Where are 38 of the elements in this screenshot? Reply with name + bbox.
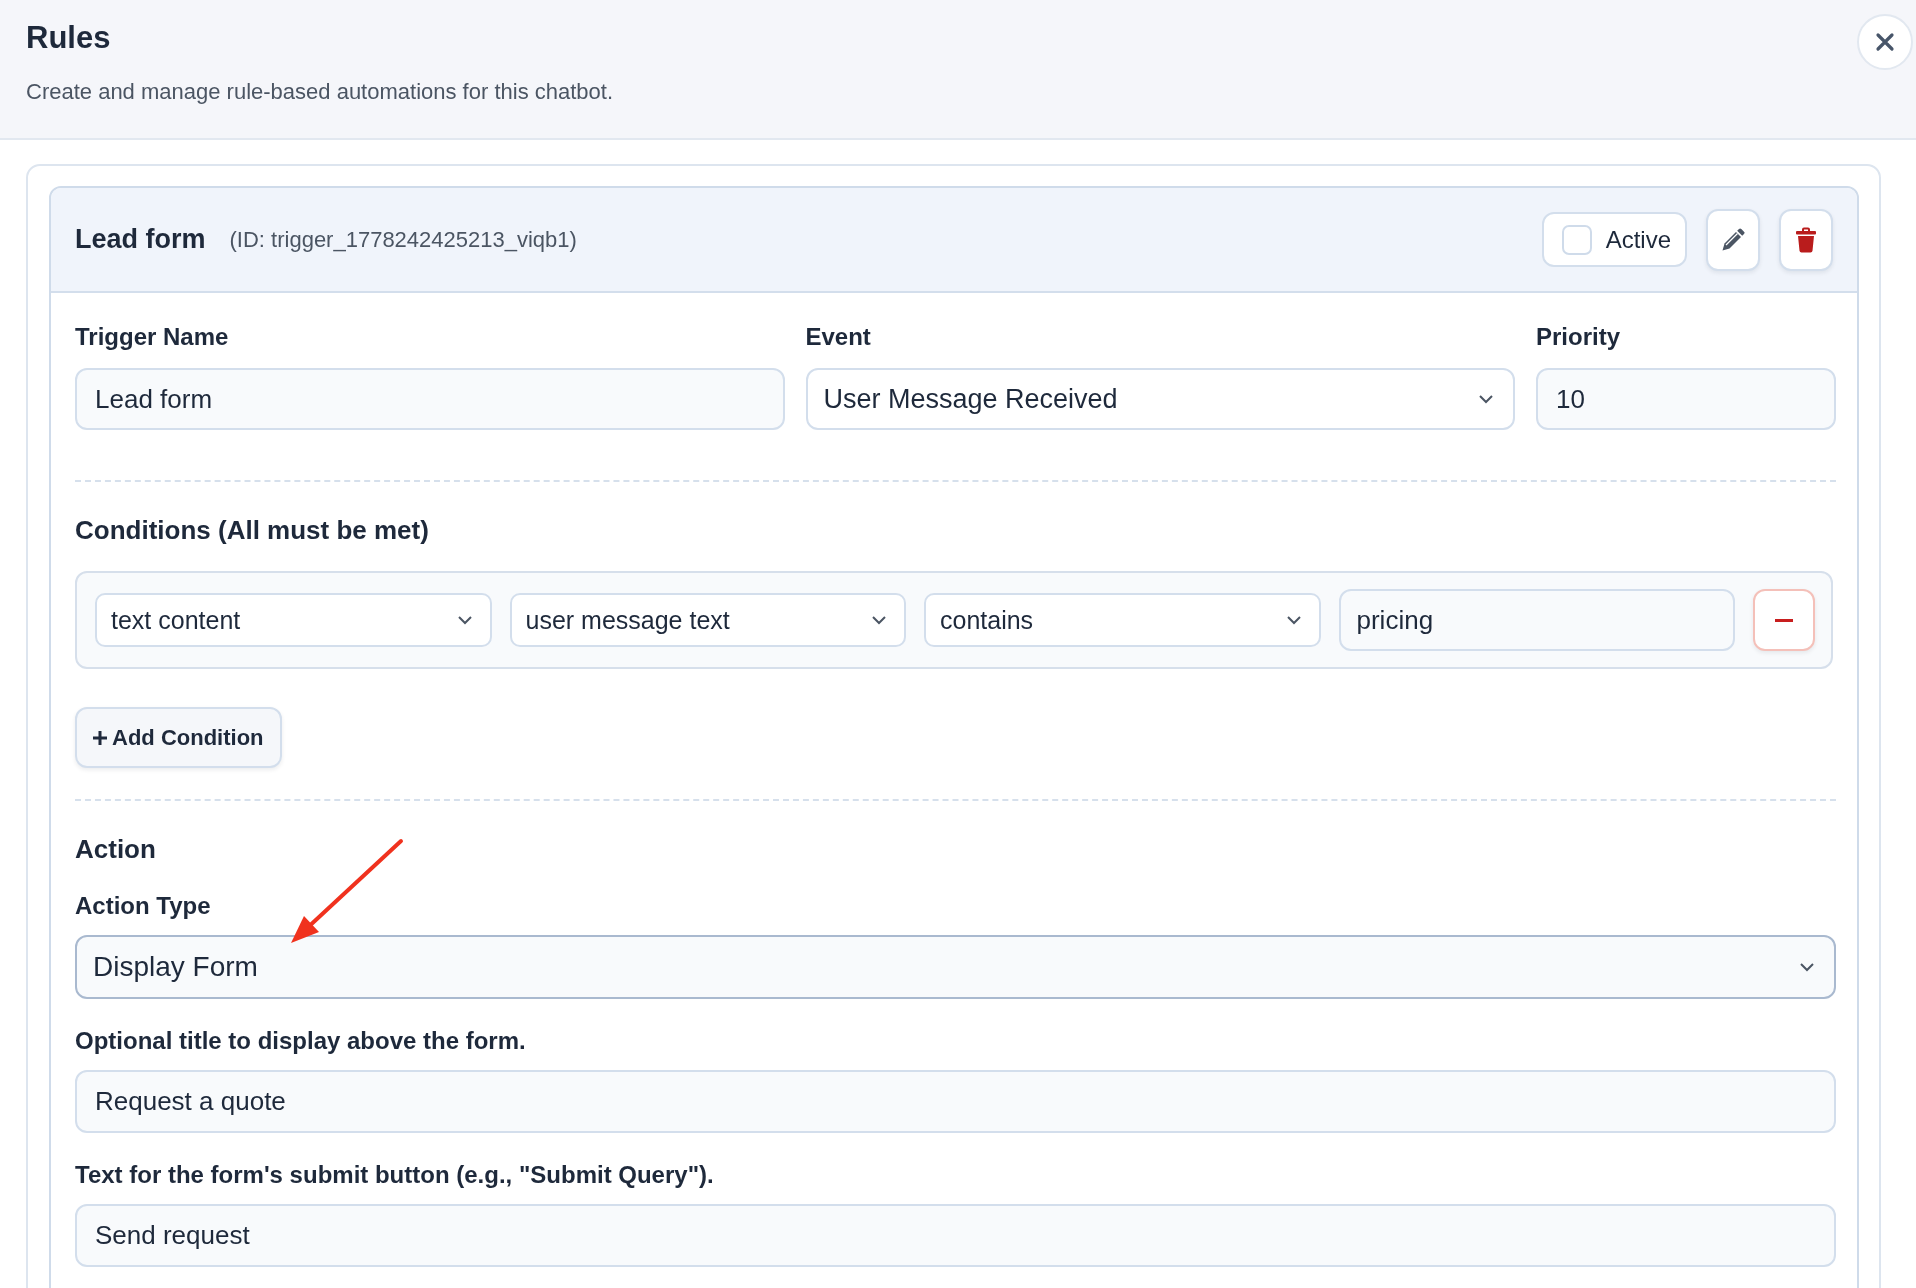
section-title: Action (75, 834, 156, 864)
checkbox[interactable] (1561, 224, 1592, 255)
text-field[interactable]: Lead form (75, 368, 785, 430)
chevron-down-icon (1800, 962, 1814, 972)
trash-icon (1795, 226, 1817, 253)
plus-icon (93, 730, 107, 745)
field-label: Priority (1536, 323, 1621, 351)
chevron-down-icon (872, 615, 886, 625)
close-icon (1875, 32, 1895, 52)
section-title: Conditions (All must be met) (75, 515, 429, 545)
edit-button[interactable] (1706, 208, 1760, 271)
add-condition-button[interactable]: Add Condition (75, 707, 282, 768)
close-button[interactable] (1857, 14, 1913, 70)
minus-icon (1775, 618, 1793, 622)
text-field[interactable]: pricing (1338, 589, 1735, 651)
page-subtitle: Create and manage rule-based automations for this chatbot. (26, 80, 614, 104)
chevron-down-icon (457, 615, 472, 625)
pencil-icon (1721, 227, 1745, 252)
active-toggle[interactable]: Active (1541, 212, 1687, 267)
delete-button[interactable] (1779, 208, 1833, 271)
chevron-down-icon (1479, 394, 1493, 404)
chevron-down-icon (1286, 615, 1301, 625)
field-label: Action Type (75, 892, 211, 920)
dropdown[interactable]: user message text (509, 593, 906, 647)
field-label: Trigger Name (75, 323, 229, 351)
rule-name: Lead form (75, 224, 206, 255)
text-field[interactable]: 10 (1536, 368, 1836, 430)
field-label: Event (805, 323, 871, 351)
field-label: Optional title to display above the form. (75, 1027, 526, 1055)
text-field[interactable]: Request a quote (75, 1070, 1836, 1133)
rule-id: (ID: trigger_1778242425213_viqb1) (229, 226, 577, 253)
dropdown[interactable]: contains (924, 593, 1321, 647)
dropdown[interactable]: text content (95, 593, 492, 647)
dropdown[interactable]: Display Form (75, 935, 1836, 999)
dropdown[interactable]: User Message Received (805, 368, 1515, 430)
field-label: Text for the form's submit button (e.g., "Submit Query"). (75, 1161, 714, 1189)
page-title: Rules (26, 20, 111, 56)
text-field[interactable]: Send request (75, 1204, 1836, 1267)
